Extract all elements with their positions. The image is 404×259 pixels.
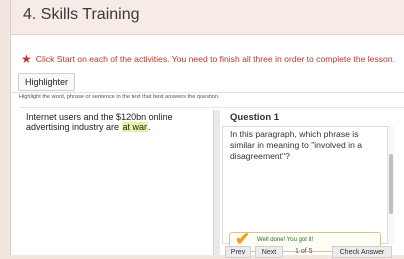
star-icon: ★ (21, 52, 32, 66)
question-panel: Question 1 In this paragraph, which phra… (220, 110, 394, 255)
question-box: In this paragraph, which phrase is simil… (222, 126, 388, 252)
page-title: 4. Skills Training (23, 6, 140, 23)
scrollbar[interactable] (388, 126, 394, 244)
passage-before: Internet users and the $120bn online adv… (26, 112, 173, 132)
feedback-text: Well done! You got it! (257, 237, 314, 243)
instruction-text: Click Start on each of the activities. Y… (35, 54, 395, 64)
prev-button[interactable]: Prev (225, 246, 251, 258)
scrollbar-thumb[interactable] (389, 154, 393, 214)
title-bar: 4. Skills Training (11, 0, 404, 35)
passage-after: . (148, 122, 151, 132)
highlighted-phrase[interactable]: at war (121, 122, 149, 132)
question-counter: 1 of 5 (295, 248, 313, 255)
tab-highlighter[interactable]: Highlighter (18, 73, 76, 91)
activity-help: Highlight the word, phrase or sentence i… (19, 94, 220, 100)
divider (19, 107, 404, 108)
check-answer-button[interactable]: Check Answer (332, 246, 392, 258)
passage-panel: Internet users and the $120bn online adv… (18, 110, 216, 255)
question-heading: Question 1 (230, 112, 280, 123)
next-button[interactable]: Next (255, 246, 283, 258)
question-text: In this paragraph, which phrase is simil… (230, 129, 363, 161)
passage-text[interactable]: Internet users and the $120bn online adv… (26, 112, 208, 132)
instruction: ★ Click Start on each of the activities. … (21, 52, 401, 66)
activity-tabs: Highlighter (11, 70, 404, 93)
question-nav: Prev Next 1 of 5 Check Answer (225, 246, 394, 258)
